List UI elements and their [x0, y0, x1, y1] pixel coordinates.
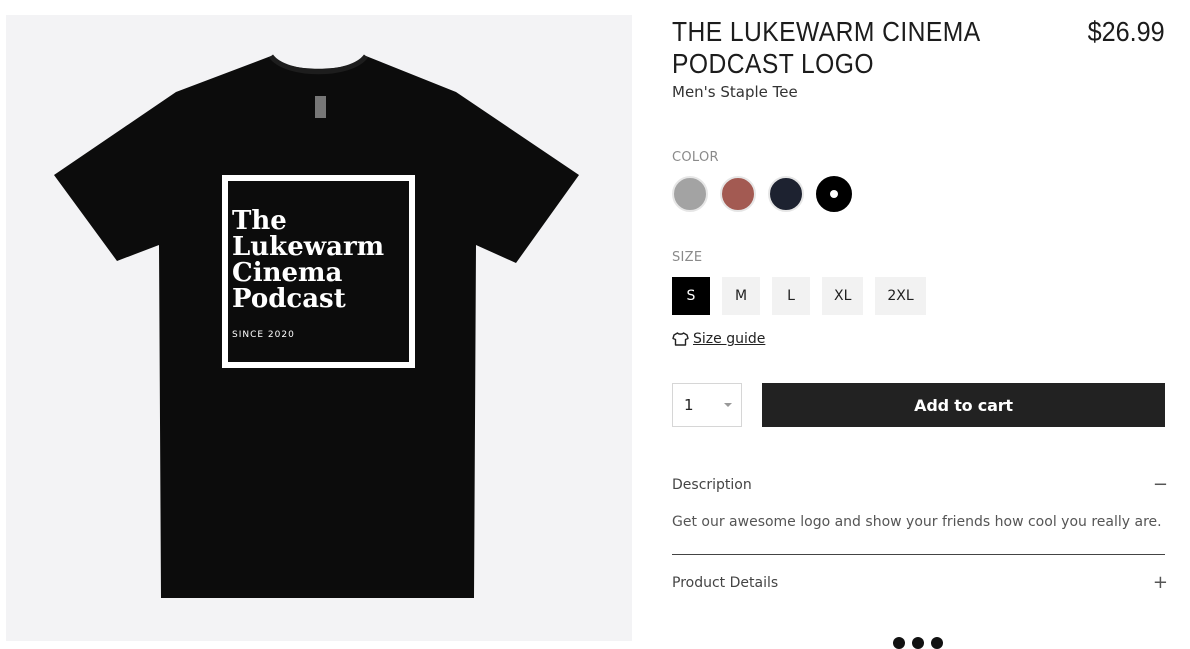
add-to-cart-button[interactable]: Add to cart	[762, 383, 1165, 427]
size-options: S M L XL 2XL	[672, 277, 926, 315]
product-title: THE LUKEWARM CINEMA PODCAST LOGO	[672, 16, 980, 79]
size-option-xl[interactable]: XL	[822, 277, 864, 315]
size-guide-label: Size guide	[693, 331, 766, 347]
quantity-value: 1	[684, 396, 694, 414]
size-label: SIZE	[672, 250, 703, 265]
description-text: Get our awesome logo and show your frien…	[672, 514, 1162, 530]
product-details-header[interactable]: Product Details	[672, 575, 778, 591]
description-header[interactable]: Description	[672, 477, 752, 493]
tshirt-tag	[315, 96, 326, 118]
product-price: $26.99	[1087, 16, 1165, 47]
print-since: SINCE 2020	[232, 330, 295, 340]
size-guide-link[interactable]: Size guide	[672, 331, 765, 347]
color-swatch-rust[interactable]	[720, 176, 756, 212]
color-swatches	[672, 176, 852, 212]
tshirt-image: The Lukewarm Cinema Podcast SINCE 2020	[54, 54, 579, 598]
collapse-icon[interactable]: −	[1153, 476, 1168, 494]
tshirt-icon	[672, 332, 689, 346]
color-swatch-navy[interactable]	[768, 176, 804, 212]
selected-dot-icon	[830, 190, 838, 198]
expand-icon[interactable]: +	[1153, 574, 1168, 592]
chevron-down-icon	[724, 403, 732, 407]
color-swatch-black[interactable]	[816, 176, 852, 212]
color-swatch-gray[interactable]	[672, 176, 708, 212]
print-line-4: Podcast	[232, 284, 346, 314]
more-options-icon[interactable]	[893, 637, 943, 649]
tshirt-body	[54, 56, 579, 598]
quantity-select[interactable]: 1	[672, 383, 742, 427]
divider	[672, 554, 1165, 555]
size-option-s[interactable]: S	[672, 277, 710, 315]
product-subtitle: Men's Staple Tee	[672, 83, 798, 101]
color-label: COLOR	[672, 150, 719, 165]
product-image[interactable]: The Lukewarm Cinema Podcast SINCE 2020	[6, 15, 632, 641]
size-option-l[interactable]: L	[772, 277, 810, 315]
size-option-2xl[interactable]: 2XL	[875, 277, 926, 315]
size-option-m[interactable]: M	[722, 277, 760, 315]
